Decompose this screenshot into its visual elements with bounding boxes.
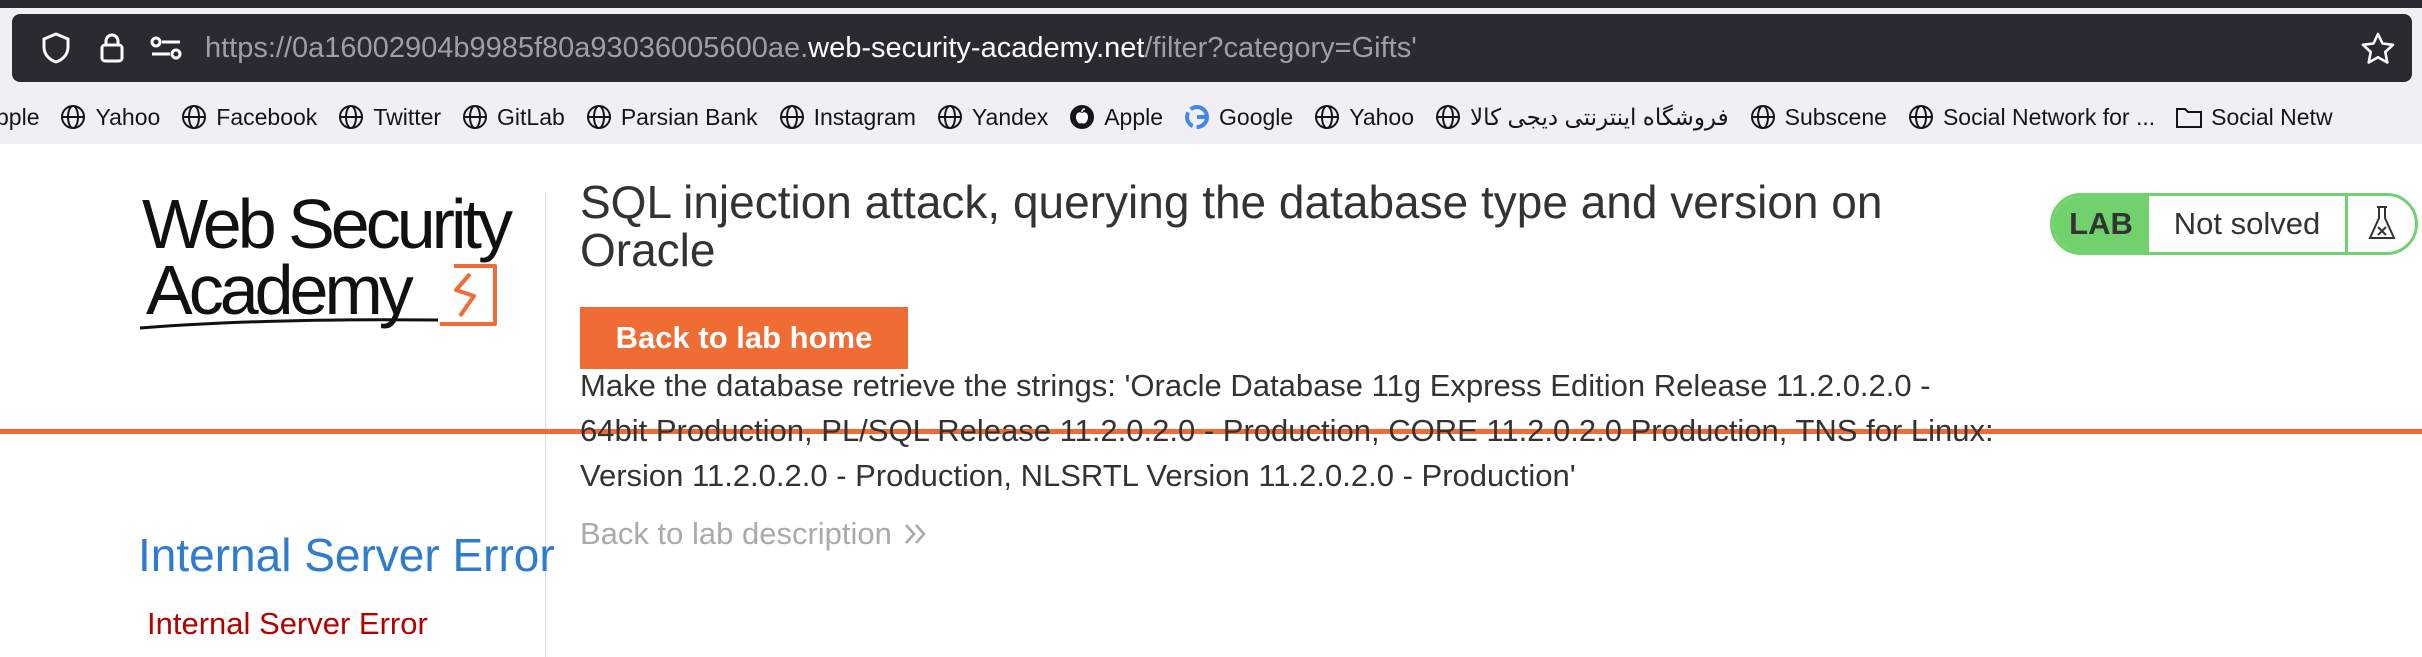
url-path: /filter?category=Gifts'	[1144, 32, 1417, 64]
globe-icon	[936, 103, 964, 131]
url-host: web-security-academy.net	[808, 32, 1145, 64]
bookmark-item[interactable]: Google	[1183, 103, 1293, 131]
bookmark-item[interactable]: Parsian Bank	[585, 103, 758, 131]
bookmark-label: Subscene	[1784, 103, 1887, 130]
shield-icon[interactable]	[26, 14, 86, 82]
google-icon	[1183, 103, 1211, 131]
globe-icon	[1313, 103, 1341, 131]
bookmark-label: Twitter	[373, 103, 442, 130]
lab-status-text: Not solved	[2173, 206, 2321, 241]
bookmark-label: Social Network for ...	[1942, 103, 2156, 130]
double-chevron-right-icon	[904, 524, 926, 544]
flask-icon	[2345, 196, 2415, 252]
url-text[interactable]: https://0a16002904b9985f80a93036005600ae…	[205, 14, 1417, 82]
bookmark-item[interactable]: Yahoo	[1313, 103, 1414, 131]
bookmark-label: Apple	[1104, 103, 1164, 130]
url-prefix: https://0a16002904b9985f80a93036005600ae…	[205, 32, 809, 64]
bookmark-label: Yahoo	[1349, 103, 1415, 130]
globe-icon	[337, 103, 365, 131]
globe-icon	[59, 103, 87, 131]
bookmark-item[interactable]: Instagram	[778, 103, 916, 131]
bookmark-label: Instagram	[813, 103, 916, 130]
bookmark-item[interactable]: Yandex	[936, 103, 1048, 131]
lab-status-tag: LAB	[2053, 196, 2149, 252]
star-icon[interactable]	[2348, 14, 2408, 82]
bookmark-item[interactable]: Subscene	[1749, 103, 1887, 131]
bookmarks-toolbar: pple Yahoo Facebook Twitter GitLab Parsian Ba…	[0, 90, 2422, 144]
error-heading: Internal Server Error	[138, 529, 555, 581]
globe-icon	[778, 103, 806, 131]
bookmark-item[interactable]: فروشگاه اینترنتی دیجی کالا	[1434, 103, 1729, 131]
bookmark-label: Yahoo	[95, 103, 161, 130]
lock-icon[interactable]	[86, 14, 138, 82]
globe-icon	[1907, 103, 1935, 131]
logo-lightning-icon	[440, 264, 497, 326]
error-message: Internal Server Error	[147, 606, 428, 641]
tab-strip-edge	[0, 0, 2422, 8]
logo-line2: Academy	[146, 251, 414, 329]
bookmark-label: Parsian Bank	[620, 103, 758, 130]
back-to-lab-description-link[interactable]: Back to lab description	[580, 516, 930, 552]
bookmark-item[interactable]: Twitter	[337, 103, 441, 131]
globe-icon	[1749, 103, 1777, 131]
back-to-lab-home-button[interactable]: Back to lab home	[580, 307, 908, 369]
globe-icon	[1434, 103, 1462, 131]
sidebar-divider	[545, 192, 546, 657]
lab-title: SQL injection attack, querying the datab…	[580, 176, 1883, 276]
lab-status-widget: LAB Not solved	[2050, 193, 2418, 255]
bookmark-item[interactable]: GitLab	[461, 103, 565, 131]
lab-description: Make the database retrieve the strings: …	[580, 368, 1994, 493]
web-security-academy-logo: Web Security Academy	[140, 186, 517, 330]
bookmark-item[interactable]: Yahoo	[59, 103, 160, 131]
back-to-lab-description-label: Back to lab description	[580, 516, 892, 551]
bookmark-item[interactable]: Facebook	[180, 103, 317, 131]
bookmark-label: GitLab	[497, 103, 565, 130]
globe-icon	[461, 103, 489, 131]
page-content: Web Security Academy SQL injection attac…	[0, 144, 2422, 657]
bookmark-label: Social Netw	[2211, 103, 2333, 130]
bookmark-item[interactable]: Social Network for ...	[1907, 103, 2155, 131]
bookmark-item[interactable]: pple	[0, 104, 39, 131]
bookmark-item[interactable]: Social Netw	[2175, 103, 2333, 131]
bookmark-label: Google	[1219, 103, 1294, 130]
bookmark-label: Facebook	[216, 103, 318, 130]
globe-icon	[585, 103, 613, 131]
address-bar[interactable]: https://0a16002904b9985f80a93036005600ae…	[12, 14, 2412, 82]
permissions-icon[interactable]	[140, 14, 192, 82]
bookmark-item[interactable]: Apple	[1068, 103, 1163, 131]
bookmark-label: pple	[0, 103, 40, 130]
globe-icon	[180, 103, 208, 131]
folder-icon	[2175, 103, 2203, 131]
browser-chrome: https://0a16002904b9985f80a93036005600ae…	[0, 0, 2422, 144]
bookmark-label: فروشگاه اینترنتی دیجی کالا	[1470, 103, 1729, 130]
bookmark-label: Yandex	[971, 103, 1049, 130]
apple-icon	[1068, 103, 1096, 131]
